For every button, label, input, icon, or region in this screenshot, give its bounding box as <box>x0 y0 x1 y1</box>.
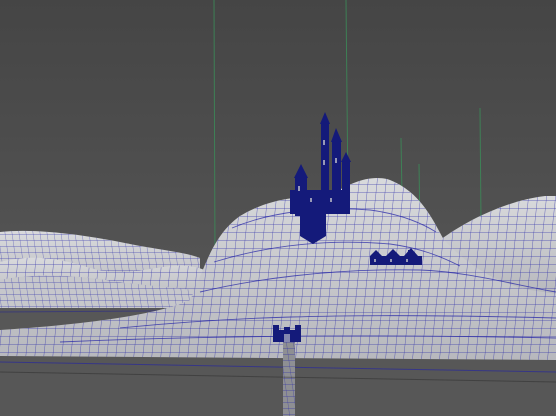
castle-tower-tall <box>321 122 329 194</box>
viewport-scene[interactable] <box>0 0 556 416</box>
castle-tower <box>332 140 341 190</box>
3d-viewport[interactable] <box>0 0 556 416</box>
